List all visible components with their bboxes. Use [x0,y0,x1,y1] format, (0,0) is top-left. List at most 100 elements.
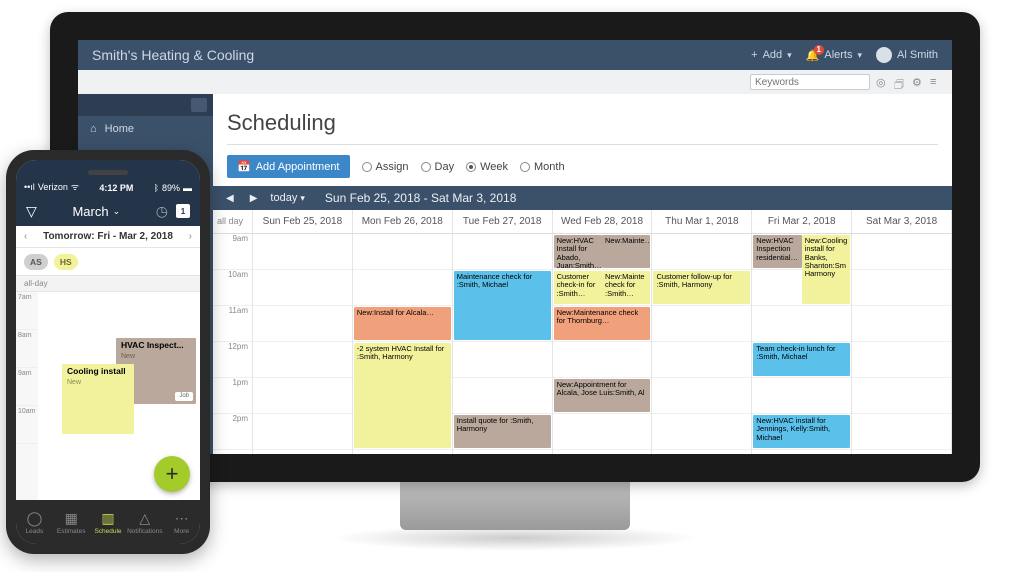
day-col-sat[interactable] [852,234,952,454]
view-assign[interactable]: Assign [362,161,409,173]
tab-more[interactable]: ⋯More [163,500,200,544]
gear-icon[interactable]: ⚙ [912,76,924,88]
calendar-event[interactable]: New:HVAC Inspection residential… [753,235,801,268]
filter-icon[interactable]: ▽ [26,203,37,220]
day-col-thu[interactable]: Customer follow-up for :Smith, Harmony [652,234,752,454]
day-header: Sun Feb 25, 2018 [253,210,353,233]
phone-date-strip: ‹ Tomorrow: Fri - Mar 2, 2018 › [16,226,200,248]
phone-month-bar: ▽ March⌄ ◷ 1 [16,196,200,226]
day-header: Tue Feb 27, 2018 [453,210,553,233]
phone-calendar-event[interactable]: Cooling installNew [62,364,134,434]
page-title: Scheduling [213,94,952,144]
person-chip[interactable]: AS [24,254,48,270]
divider [227,144,938,145]
tab-notifications[interactable]: △Notifications [126,500,163,544]
next-arrow[interactable]: ▶ [247,193,261,204]
user-menu[interactable]: Al Smith [876,47,938,63]
carrier: Verizon [38,182,68,192]
phone-time-gutter: 7am 8am 9am 10am [16,292,38,500]
day-col-wed[interactable]: New:HVAC Install for Abado, Juan:Smith…N… [553,234,653,454]
main-panel: Scheduling 📅 Add Appointment Assign Day … [213,94,952,454]
tab-estimates[interactable]: ▦Estimates [53,500,90,544]
calendar-event[interactable]: Customer follow-up for :Smith, Harmony [653,271,750,304]
day-header: Fri Mar 2, 2018 [752,210,852,233]
view-month[interactable]: Month [520,161,565,173]
chevron-down-icon: ▾ [787,50,792,61]
calendar-icon[interactable]: 1 [176,204,190,218]
alerts-menu[interactable]: 🔔1 Alerts ▾ [806,49,862,62]
bluetooth-icon: ᛒ [154,183,159,193]
bell-icon: 🔔1 [806,49,820,62]
battery-pct: 89% [162,183,180,193]
calendar-event[interactable]: Maintenance check for :Smith, Michael [454,271,551,340]
target-icon[interactable]: ◎ [876,76,888,88]
day-col-tue[interactable]: Maintenance check for :Smith, Michael Ins… [453,234,553,454]
view-controls: 📅 Add Appointment Assign Day Week Month [213,155,952,186]
calendar-event[interactable]: New:HVAC install for Jennings, Kelly:Smi… [753,415,850,448]
calendar-event[interactable]: New:Mainte… [602,235,650,268]
tab-schedule[interactable]: ▥Schedule [90,500,127,544]
calendar-event[interactable]: New:Cooling install for Banks, Shanton:S… [802,235,850,304]
list-icon[interactable]: ≡ [930,76,942,88]
search-input[interactable] [750,74,870,90]
toolbar-row: ◎ 🗇 ⚙ ≡ [78,70,952,94]
wifi-icon: ᯤ [71,180,79,193]
today-button[interactable]: today ▾ [270,192,305,204]
brand-name: Smith's Heating & Cooling [92,47,254,63]
alerts-badge: 1 [814,45,824,55]
view-week[interactable]: Week [466,161,508,173]
calendar-event[interactable]: Install quote for :Smith, Harmony [454,415,551,448]
day-col-mon[interactable]: New:Install for Alcala…-2 system HVAC In… [353,234,453,454]
day-header: Mon Feb 26, 2018 [353,210,453,233]
day-header: Thu Mar 1, 2018 [652,210,752,233]
sidebar-item-home[interactable]: ⌂ Home [78,116,213,142]
day-col-sun[interactable] [253,234,353,454]
phone-hour: 10am [16,406,38,444]
calendar-range: Sun Feb 25, 2018 - Sat Mar 3, 2018 [325,191,516,205]
sidebar-item-label: Home [105,123,134,135]
mobile-app: ••ılVerizonᯤ 4:12 PM ᛒ89%▬ ▽ March⌄ ◷ 1 … [16,160,200,544]
prev-chevron-icon[interactable]: ‹ [24,231,27,242]
calendar-grid: 9am 10am 11am 12pm 1pm 2pm New:Install f… [213,234,952,454]
phone-chips: AS HS [16,248,200,276]
time-slot: 12pm [213,342,252,378]
add-appointment-button[interactable]: 📅 Add Appointment [227,155,350,178]
calendar-event[interactable]: New:Appointment for Alcala, Jose Luis:Sm… [554,379,651,412]
add-appointment-label: Add Appointment [256,161,340,173]
calendar-header: ◀ ▶ today ▾ Sun Feb 25, 2018 - Sat Mar 3… [213,186,952,210]
calendar-event[interactable]: New:HVAC Install for Abado, Juan:Smith… [554,235,602,268]
time-slot: 10am [213,270,252,306]
calendar-plus-icon: 📅 [237,160,251,173]
tab-icon: ▦ [65,510,78,527]
view-day[interactable]: Day [421,161,455,173]
calendar-event[interactable]: New:Mainte check for :Smith… [602,271,650,304]
phone-hour: 8am [16,330,38,368]
day-col-fri[interactable]: New:HVAC Inspection residential…New:Cool… [752,234,852,454]
tab-leads[interactable]: ◯Leads [16,500,53,544]
prev-arrow[interactable]: ◀ [223,193,237,204]
calendar-event[interactable]: Customer check-in for :Smith… [554,271,602,304]
month-selector[interactable]: March⌄ [72,204,120,219]
calendar-event[interactable]: Team check-in lunch for :Smith, Michael [753,343,850,376]
phone-speaker [88,170,128,175]
calendar-event[interactable]: -2 system HVAC Install for :Smith, Harmo… [354,343,451,448]
tab-icon: ◯ [27,510,43,527]
calendar-event[interactable]: New:Install for Alcala… [354,307,451,340]
phone-hour: 9am [16,368,38,406]
time-slot: 2pm [213,414,252,450]
calendar-event[interactable]: New:Maintenance check for Thornburg… [554,307,651,340]
add-menu[interactable]: + Add ▾ [751,49,792,61]
status-time: 4:12 PM [99,183,133,193]
time-slot: 1pm [213,378,252,414]
monitor-stand [400,482,630,530]
chevron-down-icon: ▾ [300,193,305,203]
contact-icon[interactable]: 🗇 [894,76,906,88]
add-label: Add [763,49,783,61]
tab-icon: ▥ [101,510,114,527]
home-icon: ⌂ [90,123,97,135]
next-chevron-icon[interactable]: › [189,231,192,242]
fab-add-button[interactable]: + [154,456,190,492]
person-chip[interactable]: HS [54,254,78,270]
sidebar-toggle[interactable] [191,98,207,112]
clock-icon[interactable]: ◷ [156,203,168,220]
